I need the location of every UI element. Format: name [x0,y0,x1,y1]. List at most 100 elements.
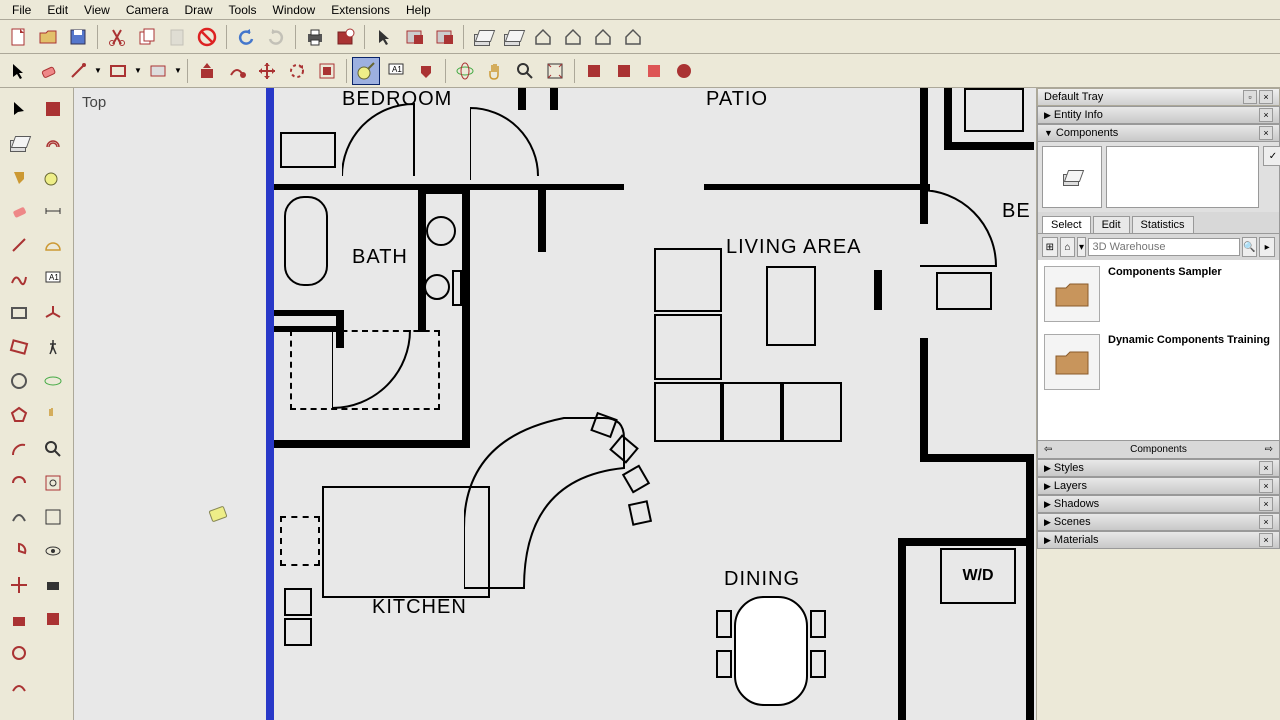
lt-zoom[interactable] [37,433,69,465]
lt-offset[interactable] [37,127,69,159]
list-item[interactable]: Dynamic Components Training [1038,328,1279,396]
view-mode-icon[interactable]: ⊞ [1042,237,1058,257]
panel-layers[interactable]: ▶Layers × [1037,477,1280,495]
next-icon[interactable]: ⇨ [1265,444,1273,455]
orbit-button[interactable] [451,57,479,85]
menu-file[interactable]: File [4,1,39,19]
entity-close-icon[interactable]: × [1259,108,1273,122]
materials-close-icon[interactable]: × [1259,533,1273,547]
save-file-button[interactable] [64,23,92,51]
extension-tool1-button[interactable] [610,57,638,85]
lt-select[interactable] [3,93,35,125]
styles-close-icon[interactable]: × [1259,461,1273,475]
text-tool-button[interactable]: A1 [382,57,410,85]
line-tool-button[interactable] [64,57,92,85]
lt-line[interactable] [3,229,35,261]
tab-select[interactable]: Select [1042,216,1091,233]
prev-icon[interactable]: ⇦ [1044,444,1052,455]
extension-tool3-button[interactable] [670,57,698,85]
lt-arc[interactable] [3,433,35,465]
scenes-close-icon[interactable]: × [1259,515,1273,529]
copy-button[interactable] [133,23,161,51]
scale-tool-button[interactable] [313,57,341,85]
tab-edit[interactable]: Edit [1093,216,1130,233]
lt-rect[interactable] [3,297,35,329]
rect-dropdown-icon[interactable]: ▼ [134,66,142,75]
lt-tape[interactable] [37,161,69,193]
lt-pushpull[interactable] [3,603,35,635]
menu-edit[interactable]: Edit [39,1,76,19]
rect-tool-button[interactable] [104,57,132,85]
layers-close-icon[interactable]: × [1259,479,1273,493]
component-options-button[interactable] [400,23,428,51]
pointer-button[interactable] [370,23,398,51]
lt-polygon[interactable] [3,399,35,431]
lt-paint[interactable] [3,161,35,193]
shape-dropdown-icon[interactable]: ▼ [174,66,182,75]
component-attrs-button[interactable] [430,23,458,51]
house-extension4-button[interactable] [619,23,647,51]
lt-dimension[interactable] [37,195,69,227]
section-button[interactable] [580,57,608,85]
panel-materials[interactable]: ▶Materials × [1037,531,1280,549]
line-dropdown-icon[interactable]: ▼ [94,66,102,75]
apply-icon[interactable]: ✓ [1263,146,1280,166]
lt-pan[interactable] [37,399,69,431]
panel-entity-info[interactable]: ▶Entity Info × [1037,106,1280,124]
shadows-close-icon[interactable]: × [1259,497,1273,511]
cut-button[interactable] [103,23,131,51]
open-file-button[interactable] [34,23,62,51]
lt-protractor[interactable] [37,229,69,261]
warehouse-get-button[interactable] [469,23,497,51]
panel-scenes[interactable]: ▶Scenes × [1037,513,1280,531]
lt-zoom-extents[interactable] [37,501,69,533]
move-tool-button[interactable] [253,57,281,85]
home-nav-icon[interactable]: ⌂ [1060,237,1076,257]
paste-button[interactable] [163,23,191,51]
lt-scale[interactable] [37,93,69,125]
select-tool-button[interactable] [4,57,32,85]
lt-look[interactable] [37,535,69,567]
menu-extensions[interactable]: Extensions [323,1,398,19]
lt-pie[interactable] [3,535,35,567]
components-close-icon[interactable]: × [1259,126,1273,140]
lt-followme[interactable] [3,671,35,703]
cancel-button[interactable] [193,23,221,51]
lt-eraser[interactable] [3,195,35,227]
lt-zoom-window[interactable] [37,467,69,499]
components-list[interactable]: Components Sampler Dynamic Components Tr… [1038,260,1279,440]
lt-orbit[interactable] [37,365,69,397]
nav-dropdown-icon[interactable]: ▾ [1077,237,1085,257]
menu-tools[interactable]: Tools [221,1,265,19]
lt-axes[interactable] [37,297,69,329]
house-extension3-button[interactable] [589,23,617,51]
lt-3pt-arc[interactable] [3,501,35,533]
tray-pin-icon[interactable]: ▫ [1243,90,1257,104]
push-pull-button[interactable] [193,57,221,85]
search-icon[interactable]: 🔍 [1242,237,1258,257]
list-item[interactable]: Components Sampler [1038,260,1279,328]
lt-rotate[interactable] [3,637,35,669]
menu-camera[interactable]: Camera [118,1,177,19]
warehouse-share-button[interactable] [499,23,527,51]
model-info-button[interactable] [331,23,359,51]
house-extension1-button[interactable] [529,23,557,51]
rotate-tool-button[interactable] [283,57,311,85]
tray-close-icon[interactable]: × [1259,90,1273,104]
panel-components[interactable]: ▼Components × [1037,124,1280,142]
tab-statistics[interactable]: Statistics [1132,216,1194,233]
tray-header[interactable]: Default Tray ▫ × [1037,88,1280,106]
menu-help[interactable]: Help [398,1,439,19]
menu-view[interactable]: View [76,1,118,19]
follow-me-button[interactable] [223,57,251,85]
search-go-icon[interactable]: ▸ [1259,237,1275,257]
menu-window[interactable]: Window [265,1,324,19]
paint-tool-button[interactable] [412,57,440,85]
lt-2pt-arc[interactable] [3,467,35,499]
warehouse-search-input[interactable] [1088,238,1240,256]
lt-circle[interactable] [3,365,35,397]
zoom-button[interactable] [511,57,539,85]
print-button[interactable] [301,23,329,51]
drawing-canvas[interactable]: Top BEDROOM PATIO [74,88,1036,720]
shape-tool-button[interactable] [144,57,172,85]
